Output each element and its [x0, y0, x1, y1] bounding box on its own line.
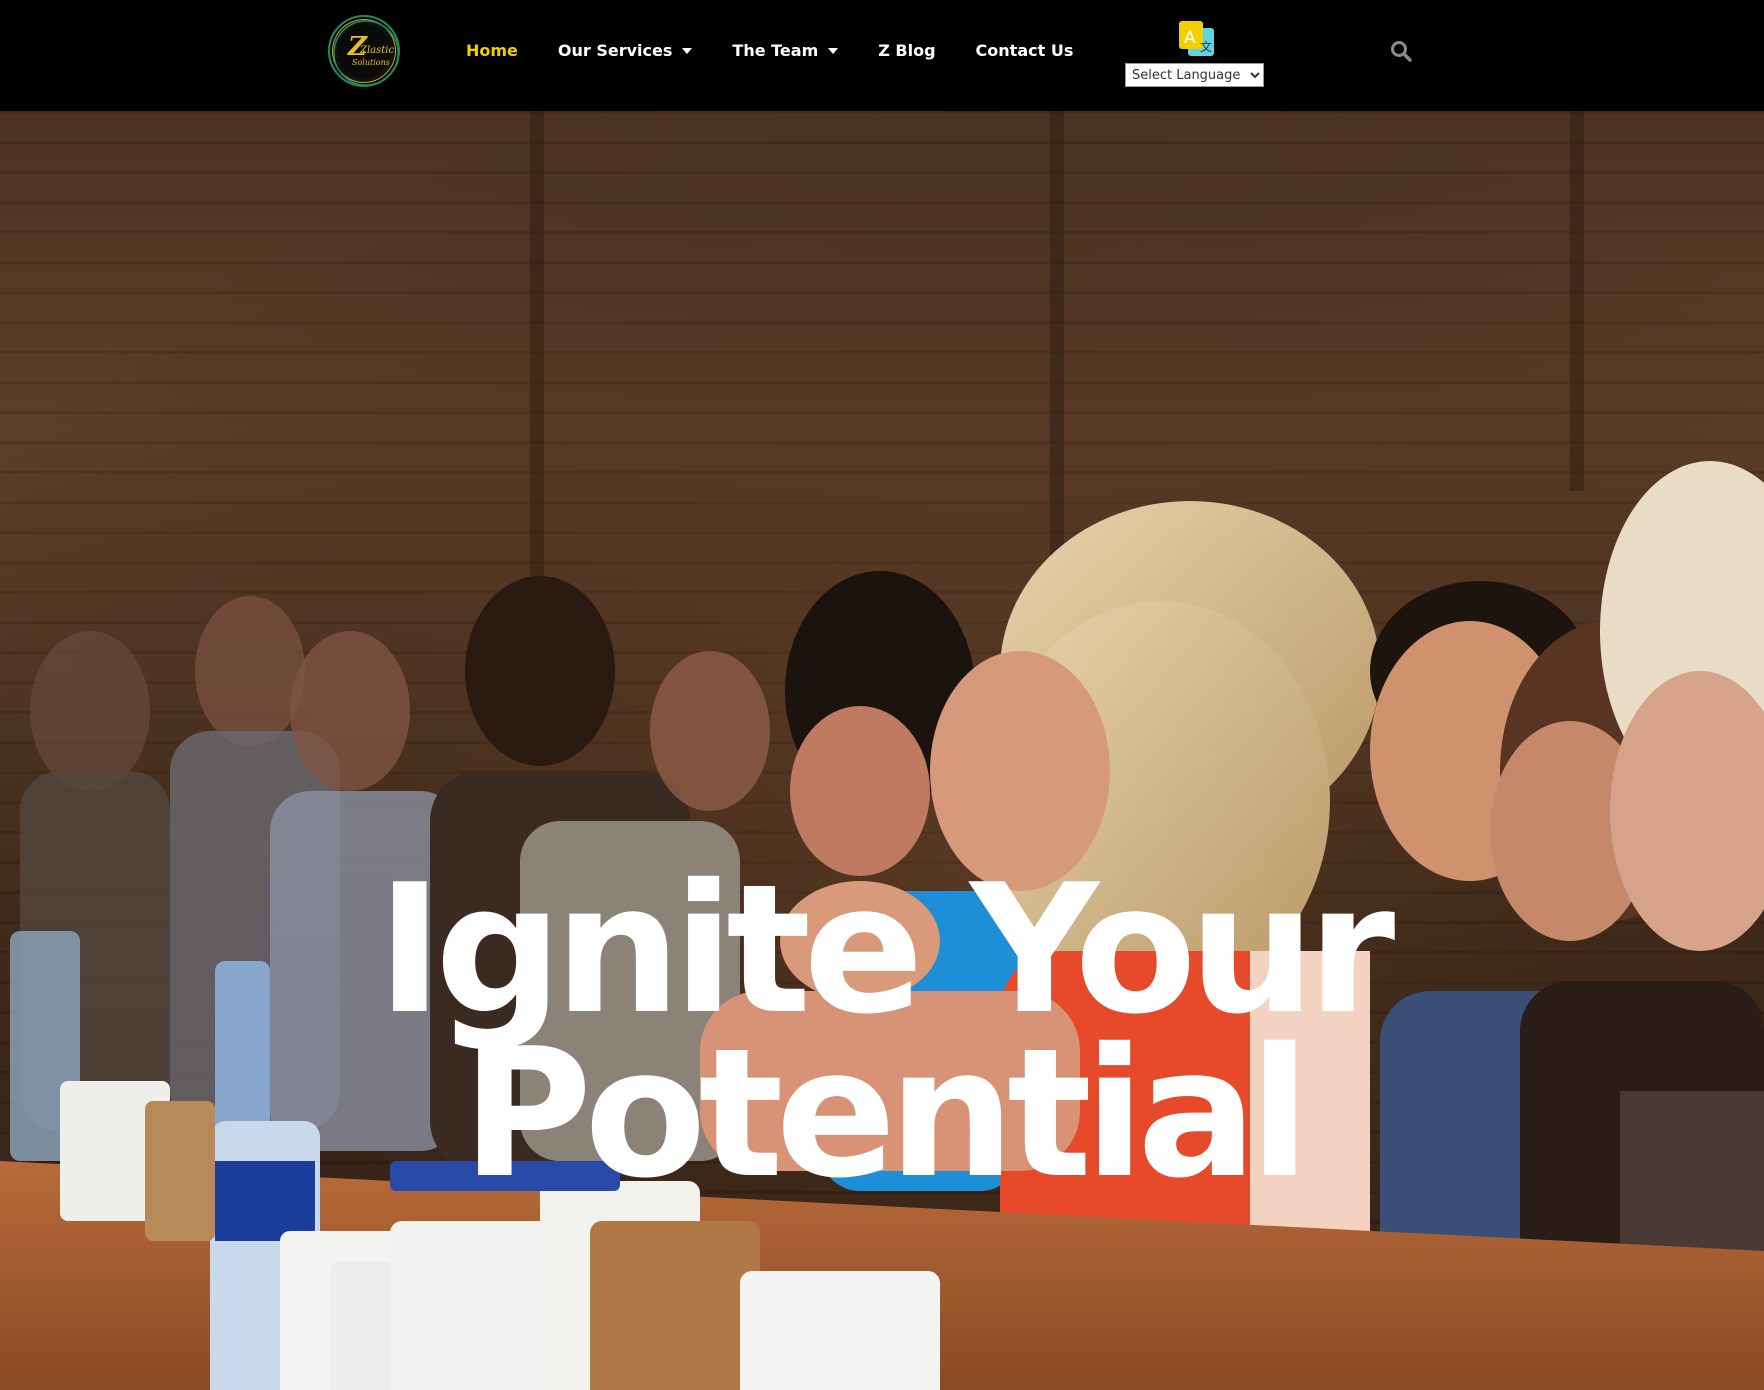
main-nav: Home Our Services The Team Z Blog Contac… — [466, 0, 1113, 100]
nav-item-contact-us[interactable]: Contact Us — [976, 41, 1074, 60]
nav-item-home[interactable]: Home — [466, 41, 518, 60]
svg-text:文: 文 — [1200, 39, 1212, 54]
nav-item-label: Home — [466, 40, 518, 60]
logo-text-line1: Zlastic — [359, 45, 394, 56]
nav-item-label: The Team — [732, 40, 819, 60]
svg-text:A: A — [1184, 28, 1196, 48]
language-select[interactable]: Select Language — [1125, 63, 1264, 87]
nav-item-our-services[interactable]: Our Services — [558, 41, 693, 60]
logo[interactable]: Z Zlastic Solutions — [328, 15, 400, 87]
search-icon[interactable] — [1390, 40, 1412, 62]
translate-icon[interactable]: A 文 — [1178, 20, 1216, 58]
site-header: Z Zlastic Solutions Home Our Services Th… — [0, 0, 1764, 111]
chevron-down-icon — [682, 48, 693, 54]
logo-mark-icon: Z Zlastic Solutions — [333, 20, 399, 86]
nav-item-label: Contact Us — [975, 40, 1074, 60]
hero-headline: Ignite Your Potential — [0, 846, 1764, 1217]
chevron-down-icon — [828, 48, 839, 54]
nav-item-the-team[interactable]: The Team — [732, 40, 839, 60]
nav-item-label: Our Services — [557, 40, 673, 60]
nav-item-label: Z Blog — [878, 40, 936, 60]
hero-section: Ignite Your Potential — [0, 111, 1764, 1390]
hero-headline-line2: Potential — [461, 1010, 1311, 1217]
hero-headline-line1: Ignite Your — [376, 846, 1396, 1053]
logo-text-line2: Solutions — [352, 58, 390, 67]
nav-item-z-blog[interactable]: Z Blog — [878, 41, 935, 60]
